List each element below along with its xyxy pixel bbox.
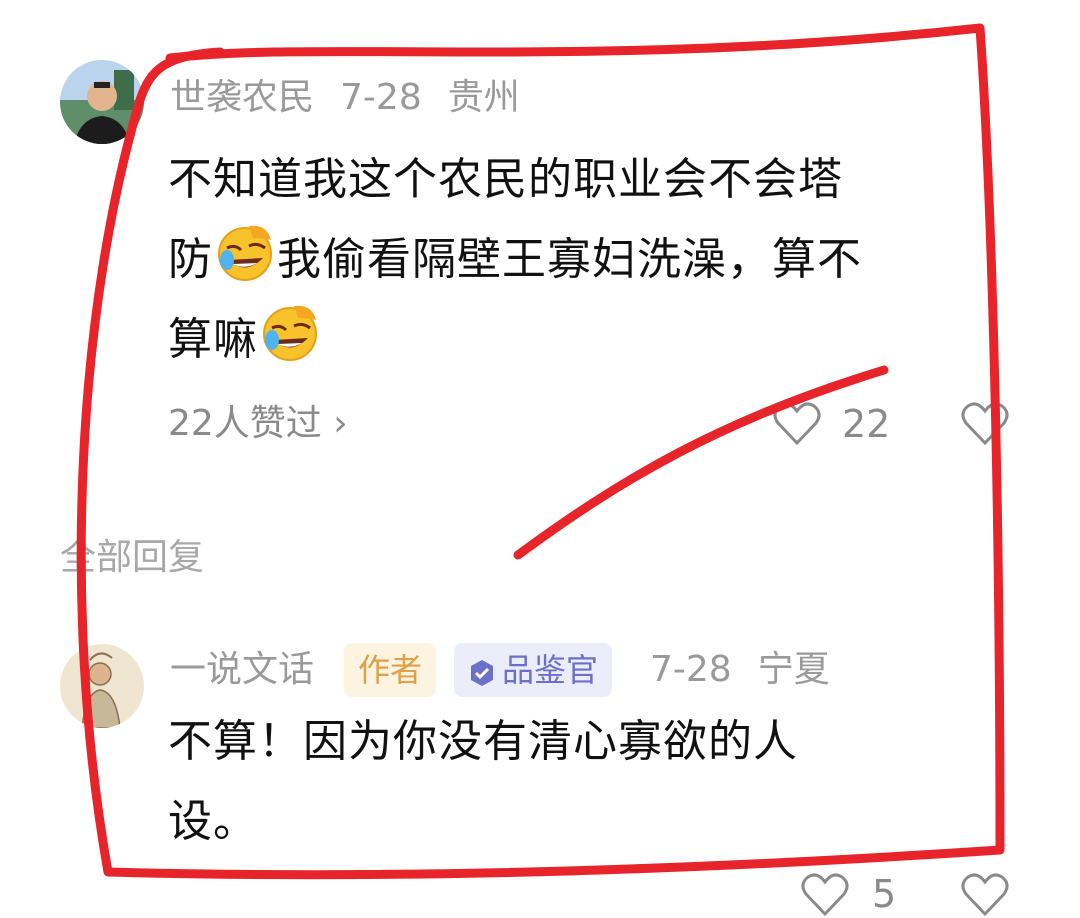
avatar-image (60, 60, 144, 144)
comment-text-line: 防 我偷看隔壁王寡妇洗澡，算不 (168, 220, 1008, 300)
comment-meta: 世袭农民 7-28 贵州 (170, 76, 546, 120)
reply-location: 宁夏 (757, 649, 830, 690)
reply-like-heart-icon[interactable] (960, 401, 1010, 447)
reply-meta: 7-28 宁夏 (650, 648, 856, 692)
judge-badge: 品鉴官 (454, 643, 613, 697)
replier-avatar[interactable] (60, 644, 144, 728)
laughing-emoji-icon (218, 225, 272, 281)
like-heart-icon[interactable] (772, 401, 822, 447)
avatar-image (60, 644, 144, 728)
partial-like-count: 5 (872, 872, 897, 916)
commenter-username[interactable]: 世袭农民 (170, 77, 314, 118)
comment-date: 7-28 (340, 77, 422, 118)
commenter-avatar[interactable] (60, 60, 144, 144)
comment-text-line: 算嘛 (168, 300, 1008, 380)
partial-like-heart-icon[interactable] (800, 872, 850, 918)
reply-date: 7-28 (650, 649, 732, 690)
likes-summary-link[interactable]: 22人赞过 › (168, 402, 348, 446)
all-replies-heading: 全部回复 (60, 537, 205, 578)
comment-location: 贵州 (447, 77, 520, 118)
author-badge: 作者 (344, 643, 437, 697)
reply-text-line: 设。 (168, 796, 258, 847)
laughing-emoji-icon (263, 305, 317, 361)
verified-check-icon (471, 660, 493, 686)
comment-text-line: 不知道我这个农民的职业会不会塔 (168, 154, 843, 205)
partial-reply-heart-icon[interactable] (960, 872, 1010, 918)
comment-text: 不知道我这个农民的职业会不会塔 防 我偷看隔壁王寡妇洗澡，算不 算嘛 (168, 140, 1008, 380)
reply-text: 不算！因为你没有清心寡欲的人 设。 (168, 702, 1008, 862)
reply-text-line: 不算！因为你没有清心寡欲的人 (168, 716, 798, 767)
reply-username[interactable]: 一说文话 (170, 648, 314, 692)
like-count: 22 (842, 402, 891, 446)
